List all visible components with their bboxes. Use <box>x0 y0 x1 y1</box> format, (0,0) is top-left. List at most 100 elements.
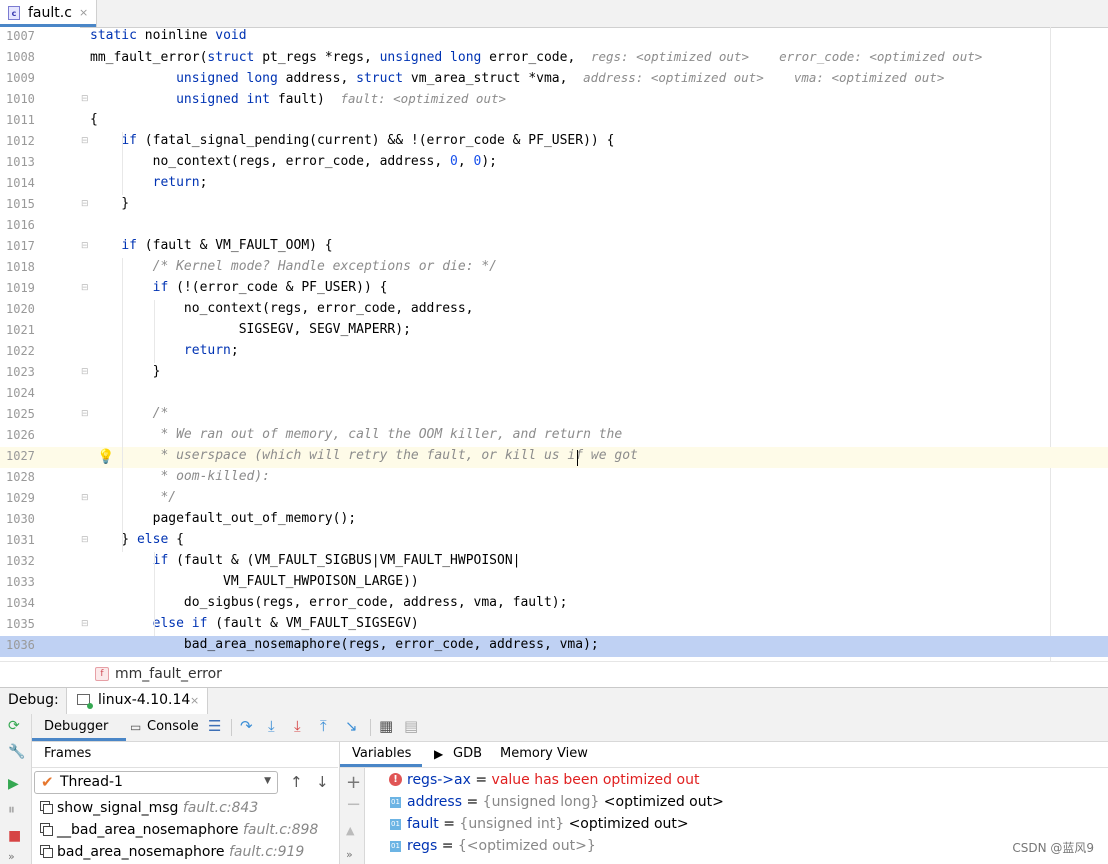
code-line[interactable]: 1021 SIGSEGV, SEGV_MAPERR); <box>0 321 1108 342</box>
line-number[interactable]: 1033 <box>6 575 35 589</box>
line-number[interactable]: 1034 <box>6 596 35 610</box>
more-icon[interactable]: » <box>346 848 353 861</box>
line-number[interactable]: 1017 <box>6 239 35 253</box>
code-line[interactable]: 1009 unsigned long address, struct vm_ar… <box>0 69 1108 90</box>
add-icon[interactable]: + <box>346 772 361 793</box>
code-line[interactable]: 1030 pagefault_out_of_memory(); <box>0 510 1108 531</box>
line-number[interactable]: 1014 <box>6 176 35 190</box>
line-number[interactable]: 1026 <box>6 428 35 442</box>
stack-frame[interactable]: __bad_area_nosemaphore fault.c:898 <box>32 820 338 842</box>
line-number[interactable]: 1012 <box>6 134 35 148</box>
code-line[interactable]: 1029 */⊟ <box>0 489 1108 510</box>
variable-row[interactable]: 01 fault = {unsigned int} <optimized out> <box>388 814 1108 836</box>
arrow-down-icon[interactable]: ↓ <box>316 773 329 791</box>
fold-icon[interactable]: ⊟ <box>81 619 89 629</box>
code-line[interactable]: 1028 * oom-killed): <box>0 468 1108 489</box>
stop-icon[interactable]: ■ <box>8 828 21 844</box>
code-text[interactable]: unsigned int fault) fault: <optimized ou… <box>90 91 506 107</box>
code-line[interactable]: 1007 static noinline void <box>0 27 1108 48</box>
rerun-icon[interactable]: ⟳ <box>8 718 20 734</box>
tab-fault-c[interactable]: c fault.c × <box>0 0 97 27</box>
code-text[interactable]: } <box>90 196 129 211</box>
breadcrumb-function[interactable]: mm_fault_error <box>115 666 222 682</box>
code-text[interactable]: static noinline void <box>90 28 247 43</box>
code-line[interactable]: 1012 if (fatal_signal_pending(current) &… <box>0 132 1108 153</box>
remove-icon[interactable]: − <box>346 794 361 815</box>
line-number[interactable]: 1027 <box>6 449 35 463</box>
step-out-icon[interactable]: ⤒ <box>320 717 327 735</box>
lightbulb-icon[interactable]: 💡 <box>97 449 114 465</box>
line-number[interactable]: 1013 <box>6 155 35 169</box>
code-line[interactable]: 1035 else if (fault & VM_FAULT_SIGSEGV) ⊟ <box>0 615 1108 636</box>
code-line[interactable]: 1027 * userspace (which will retry the f… <box>0 447 1108 468</box>
thread-selector[interactable]: ✔ Thread-1 ▼ <box>34 771 278 794</box>
line-number[interactable]: 1023 <box>6 365 35 379</box>
line-number[interactable]: 1008 <box>6 50 35 64</box>
code-line[interactable]: 1031 } else {⊟ <box>0 531 1108 552</box>
code-text[interactable]: VM_FAULT_HWPOISON_LARGE)) <box>90 574 419 589</box>
fold-icon[interactable]: ⊟ <box>81 136 89 146</box>
fold-icon[interactable]: ⊟ <box>81 409 89 419</box>
arrow-up-icon[interactable]: ↑ <box>290 773 303 791</box>
resume-icon[interactable]: ▶ <box>8 776 19 792</box>
line-number[interactable]: 1007 <box>6 29 35 43</box>
code-text[interactable]: else if (fault & VM_FAULT_SIGSEGV) <box>90 616 419 631</box>
tab-console[interactable]: Console <box>147 719 199 734</box>
code-text[interactable]: } else { <box>90 532 184 547</box>
code-text[interactable]: unsigned long address, struct vm_area_st… <box>90 70 944 86</box>
close-icon[interactable]: × <box>190 694 199 707</box>
code-text[interactable]: { <box>90 112 98 127</box>
code-line[interactable]: 1014 return; <box>0 174 1108 195</box>
line-number[interactable]: 1015 <box>6 197 35 211</box>
line-number[interactable]: 1035 <box>6 617 35 631</box>
line-number[interactable]: 1018 <box>6 260 35 274</box>
line-number[interactable]: 1036 <box>6 638 35 652</box>
code-text[interactable]: } <box>90 364 161 379</box>
code-line[interactable]: 1016 <box>0 216 1108 237</box>
step-into-icon[interactable]: ⤓ <box>268 717 275 735</box>
code-line[interactable]: 1020 no_context(regs, error_code, addres… <box>0 300 1108 321</box>
code-text[interactable]: bad_area_nosemaphore(regs, error_code, a… <box>90 637 599 652</box>
code-text[interactable]: if (!(error_code & PF_USER)) { <box>90 280 388 295</box>
code-text[interactable]: */ <box>90 490 176 505</box>
line-number[interactable]: 1020 <box>6 302 35 316</box>
code-text[interactable]: SIGSEGV, SEGV_MAPERR); <box>90 322 411 337</box>
fold-icon[interactable]: ⊟ <box>81 199 89 209</box>
step-over-icon[interactable]: ↷ <box>240 717 253 735</box>
code-text[interactable]: return; <box>90 343 239 358</box>
code-line[interactable]: 1017 if (fault & VM_FAULT_OOM) {⊟ <box>0 237 1108 258</box>
code-line[interactable]: 1024 <box>0 384 1108 405</box>
code-line[interactable]: 1008 mm_fault_error(struct pt_regs *regs,… <box>0 48 1108 69</box>
code-text[interactable]: /* Kernel mode? Handle exceptions or die… <box>90 259 497 274</box>
code-text[interactable]: do_sigbus(regs, error_code, address, vma… <box>90 595 568 610</box>
more-icon[interactable]: » <box>8 850 15 863</box>
code-line[interactable]: 1036 bad_area_nosemaphore(regs, error_co… <box>0 636 1108 657</box>
line-number[interactable]: 1010 <box>6 92 35 106</box>
close-icon[interactable]: × <box>79 6 88 19</box>
code-line[interactable]: 1026 * We ran out of memory, call the OO… <box>0 426 1108 447</box>
code-editor[interactable]: 1007 static noinline void 1008 mm_fault_err… <box>0 27 1108 661</box>
variable-row[interactable]: 01 regs = {<optimized out>} <box>388 836 1108 858</box>
code-text[interactable]: pagefault_out_of_memory(); <box>90 511 357 526</box>
pause-icon[interactable]: ⏸ <box>8 802 15 818</box>
line-number[interactable]: 1031 <box>6 533 35 547</box>
code-line[interactable]: 1010 unsigned int fault) fault: <optimiz… <box>0 90 1108 111</box>
code-text[interactable]: * We ran out of memory, call the OOM kil… <box>90 427 622 442</box>
run-to-cursor-icon[interactable]: ↘ <box>345 717 358 735</box>
code-line[interactable]: 1033 VM_FAULT_HWPOISON_LARGE)) <box>0 573 1108 594</box>
watch-error-row[interactable]: ! regs->ax = value has been optimized out <box>388 770 1108 792</box>
variable-row[interactable]: 01 address = {unsigned long} <optimized o… <box>388 792 1108 814</box>
code-line[interactable]: 1034 do_sigbus(regs, error_code, address… <box>0 594 1108 615</box>
line-number[interactable]: 1021 <box>6 323 35 337</box>
code-text[interactable]: * oom-killed): <box>90 469 270 484</box>
fold-icon[interactable]: ⊟ <box>81 493 89 503</box>
code-line[interactable]: 1011 { <box>0 111 1108 132</box>
code-line[interactable]: 1015 } ⊟ <box>0 195 1108 216</box>
up-icon[interactable]: ▲ <box>346 824 354 837</box>
code-text[interactable]: if (fault & VM_FAULT_OOM) { <box>90 238 332 253</box>
line-number[interactable]: 1030 <box>6 512 35 526</box>
line-number[interactable]: 1019 <box>6 281 35 295</box>
code-text[interactable]: no_context(regs, error_code, address, 0,… <box>90 154 497 169</box>
code-line[interactable]: 1032 if (fault & (VM_FAULT_SIGBUS|VM_FAU… <box>0 552 1108 573</box>
wrench-icon[interactable]: 🔧 <box>8 744 25 760</box>
